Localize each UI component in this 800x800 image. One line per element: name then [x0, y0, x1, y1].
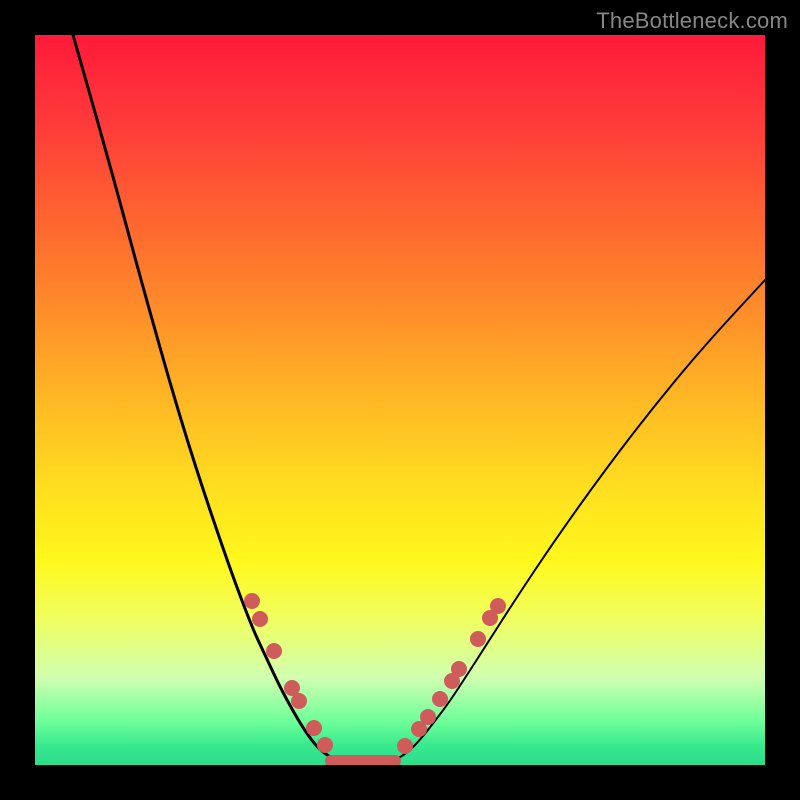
plot-area: [35, 35, 765, 765]
series-curve-right: [385, 280, 765, 763]
marker-dot: [306, 720, 322, 736]
chart-svg: [35, 35, 765, 765]
marker-dot: [470, 631, 486, 647]
marker-dot: [397, 738, 413, 754]
marker-dot: [252, 611, 268, 627]
marker-dot: [244, 593, 260, 609]
marker-dot: [317, 737, 333, 753]
marker-dot: [291, 693, 307, 709]
chart-container: TheBottleneck.com: [0, 0, 800, 800]
marker-dot: [444, 673, 460, 689]
marker-dot: [432, 691, 448, 707]
marker-dot: [411, 721, 427, 737]
marker-dot: [266, 643, 282, 659]
marker-dot: [490, 598, 506, 614]
marker-dot: [482, 610, 498, 626]
marker-dot: [284, 680, 300, 696]
marker-dot: [420, 709, 436, 725]
marker-dot: [451, 661, 467, 677]
watermark-label: TheBottleneck.com: [596, 8, 788, 34]
series-curve-left: [73, 35, 345, 763]
